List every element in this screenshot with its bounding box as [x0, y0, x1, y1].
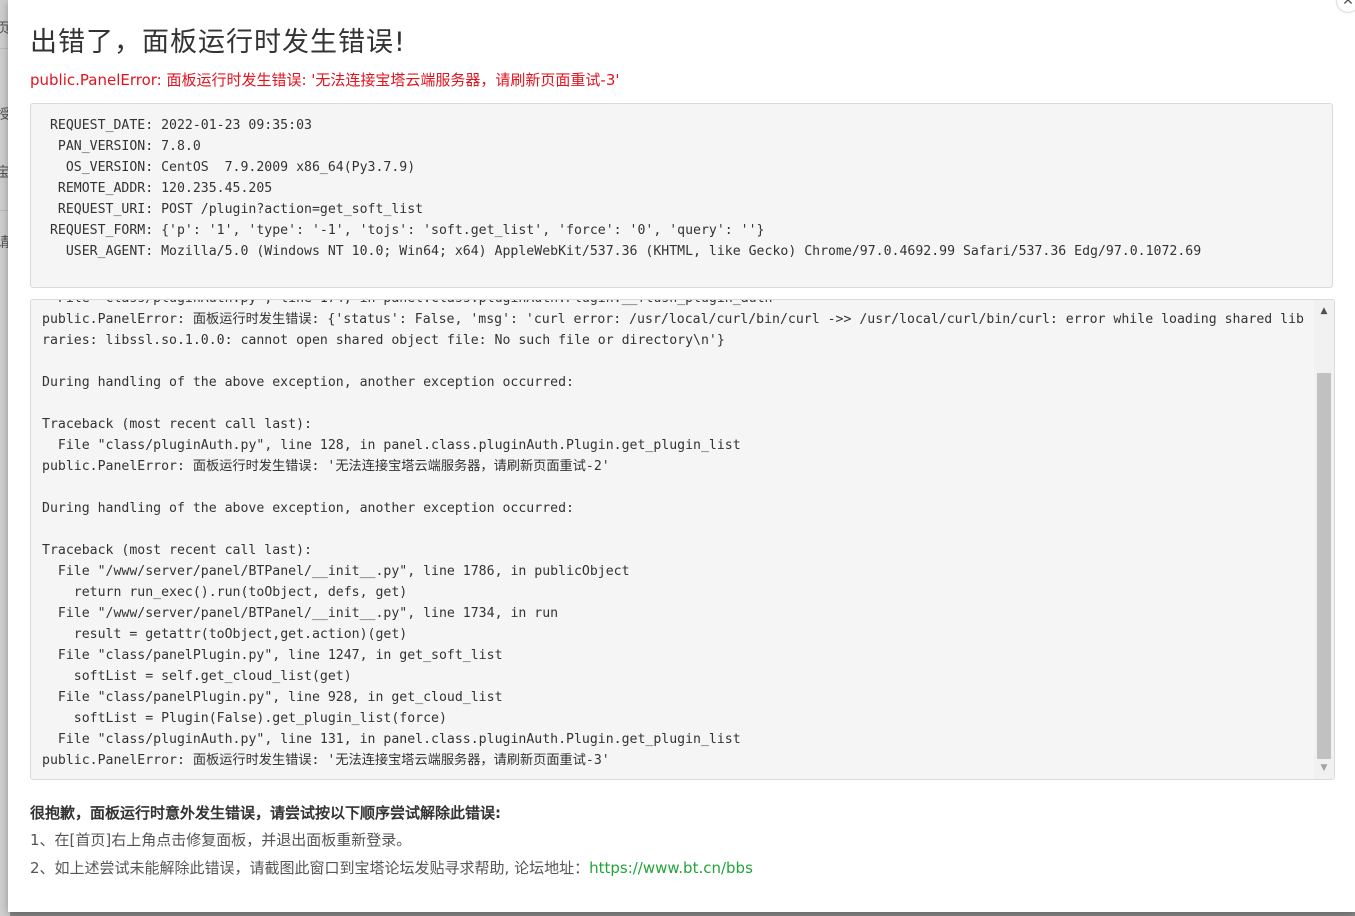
scroll-up-arrow-icon[interactable]: ▲	[1314, 302, 1334, 320]
close-icon: ✕	[1342, 0, 1354, 9]
help-section: 很抱歉，面板运行时意外发生错误，请尝试按以下顺序尝试解除此错误: 1、在[首页]…	[30, 800, 753, 882]
help-step-2-text: 2、如上述尝试未能解除此错误，请截图此窗口到宝塔论坛发贴寻求帮助, 论坛地址：	[30, 859, 590, 877]
scrollbar-thumb[interactable]	[1317, 373, 1331, 759]
traceback-content: File "class/pluginAuth.py", line 174, in…	[42, 300, 1304, 771]
request-info-box: REQUEST_DATE: 2022-01-23 09:35:03 PAN_VE…	[30, 103, 1333, 288]
traceback-text: File "class/pluginAuth.py", line 174, in…	[42, 300, 1304, 768]
forum-link[interactable]: https://www.bt.cn/bbs	[589, 859, 753, 877]
error-subtitle: public.PanelError: 面板运行时发生错误: '无法连接宝塔云端服…	[30, 71, 620, 89]
close-button[interactable]: ✕	[1337, 0, 1355, 12]
traceback-box[interactable]: File "class/pluginAuth.py", line 174, in…	[30, 299, 1335, 780]
request-info-text: REQUEST_DATE: 2022-01-23 09:35:03 PAN_VE…	[49, 118, 1202, 259]
help-title: 很抱歉，面板运行时意外发生错误，请尝试按以下顺序尝试解除此错误:	[30, 804, 502, 822]
help-step-1: 1、在[首页]右上角点击修复面板，并退出面板重新登录。	[30, 831, 412, 849]
error-title: 出错了，面板运行时发生错误!	[30, 27, 406, 58]
help-step-2: 2、如上述尝试未能解除此错误，请截图此窗口到宝塔论坛发贴寻求帮助, 论坛地址：h…	[30, 854, 753, 882]
error-dialog: ✕ 出错了，面板运行时发生错误! public.PanelError: 面板运行…	[8, 0, 1355, 912]
traceback-scrollbar[interactable]: ▲ ▼	[1314, 300, 1334, 779]
scroll-down-arrow-icon[interactable]: ▼	[1314, 759, 1334, 777]
